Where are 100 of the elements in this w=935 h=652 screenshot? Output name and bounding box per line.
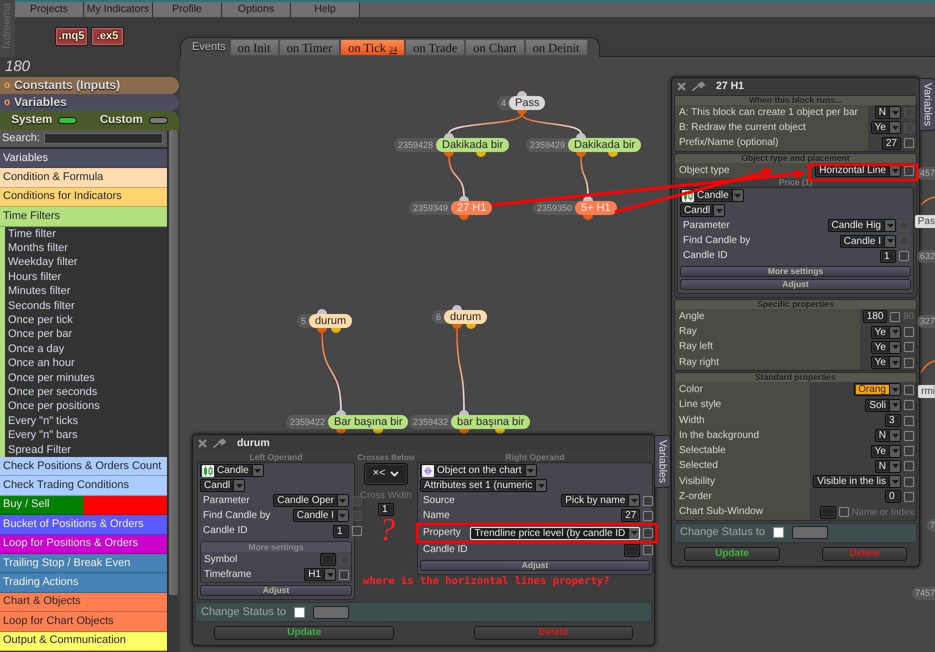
dropdown[interactable]: N xyxy=(874,429,901,442)
dropdown[interactable]: Candle I xyxy=(840,234,896,248)
category-item[interactable]: Buy / Sell xyxy=(0,496,167,516)
input-field[interactable]: 1 xyxy=(880,250,896,263)
operator-dropdown[interactable]: ×< xyxy=(364,463,408,485)
input-field[interactable]: 0 xyxy=(885,490,901,504)
checkbox[interactable] xyxy=(904,476,914,487)
input-field[interactable]: 27 xyxy=(882,136,901,150)
side-tab[interactable]: Variables xyxy=(655,435,671,488)
block-node[interactable]: durum xyxy=(444,310,488,324)
category-subitem[interactable]: Every "n" bars xyxy=(0,428,167,443)
category-subitem[interactable]: Once per bar xyxy=(0,327,167,342)
close-icon[interactable] xyxy=(677,82,686,90)
dropdown[interactable]: Candl xyxy=(200,479,246,492)
checkbox[interactable] xyxy=(904,358,914,368)
input-field[interactable] xyxy=(624,544,640,557)
adjust-button[interactable]: Adjust xyxy=(680,279,911,290)
input-field[interactable]: 3 xyxy=(885,414,901,427)
category-item[interactable]: Check Trading Conditions xyxy=(0,476,167,496)
dropdown[interactable]: Attributes set 1 (numeric xyxy=(420,479,548,492)
block-node[interactable]: Dakikada bir xyxy=(568,138,642,152)
collapsible-header[interactable]: o Variables xyxy=(0,94,179,111)
category-subitem[interactable]: Once an hour xyxy=(0,356,167,371)
dropdown[interactable]: N xyxy=(874,106,901,120)
block-node[interactable]: Dakikada bir xyxy=(436,138,510,152)
checkbox[interactable] xyxy=(352,526,362,536)
checkbox[interactable] xyxy=(890,312,900,322)
category-subitem[interactable]: Once per positions xyxy=(0,399,167,414)
checkbox[interactable] xyxy=(294,606,306,618)
category-item[interactable]: Output & Communication xyxy=(0,632,167,651)
block-node[interactable]: bar başına bir xyxy=(451,415,530,429)
input-field[interactable]: 1 xyxy=(332,524,349,538)
input-field[interactable]: 1 xyxy=(378,503,394,516)
dropdown[interactable]: Visible in the lis xyxy=(813,475,901,488)
expand-button[interactable]: More settings xyxy=(680,266,911,278)
dropdown[interactable]: Pick by name xyxy=(561,494,640,508)
dropdown[interactable]: Trendline price level (by candle ID xyxy=(470,526,640,540)
checkbox[interactable] xyxy=(904,138,914,148)
dropdown[interactable]: Ye xyxy=(870,326,901,339)
dropdown[interactable]: Ye xyxy=(870,356,901,370)
category-subitem[interactable]: Months filter xyxy=(0,240,167,256)
dropdown[interactable]: Ye xyxy=(870,121,901,134)
checkbox[interactable] xyxy=(773,527,784,538)
status-field[interactable] xyxy=(792,526,828,540)
category-subitem[interactable]: Weekday filter xyxy=(0,255,167,270)
category-item[interactable]: Condition & Formula xyxy=(0,168,167,188)
checkbox[interactable] xyxy=(339,570,349,580)
checkbox[interactable] xyxy=(904,492,914,502)
dropdown[interactable]: Candle xyxy=(200,464,264,477)
checkbox[interactable] xyxy=(643,545,654,556)
category-item[interactable]: Variables xyxy=(0,149,167,168)
block-node[interactable]: Bar başına bir xyxy=(328,415,408,429)
checkbox[interactable] xyxy=(904,384,914,395)
block-node[interactable]: durum xyxy=(309,314,352,328)
checkbox[interactable] xyxy=(643,510,654,521)
event-tab[interactable]: on Init xyxy=(230,39,279,56)
checkbox[interactable] xyxy=(838,507,849,518)
checkbox[interactable] xyxy=(643,496,654,506)
input-field[interactable]: 180 xyxy=(862,310,888,324)
checkbox[interactable] xyxy=(904,166,914,176)
category-item[interactable]: Conditions for Indicators xyxy=(0,188,167,208)
checkbox[interactable] xyxy=(904,327,914,338)
category-subitem[interactable]: Every "n" ticks xyxy=(0,414,167,428)
dropdown[interactable]: N xyxy=(874,460,901,473)
block-node[interactable]: Pass xyxy=(509,96,546,110)
dropdown[interactable]: H1 xyxy=(304,568,336,582)
category-item[interactable]: Trailing Stop / Break Even xyxy=(0,554,167,574)
collapsible-header[interactable]: o Constants (Inputs) xyxy=(0,77,179,94)
event-tab[interactable]: on Deinit xyxy=(524,39,588,56)
checkbox[interactable] xyxy=(899,251,909,262)
dropdown[interactable]: Candle I xyxy=(292,509,349,522)
category-subitem[interactable]: Once per tick xyxy=(0,313,167,328)
category-subitem[interactable]: Minutes filter xyxy=(0,284,167,299)
side-tab[interactable]: Variables xyxy=(920,78,935,131)
update-button[interactable]: Update xyxy=(684,546,780,561)
checkbox[interactable] xyxy=(904,416,914,426)
adjust-button[interactable]: Adjust xyxy=(200,585,352,596)
category-subitem[interactable]: Once a day xyxy=(0,342,167,356)
block-node[interactable]: Pas xyxy=(914,215,935,228)
dropdown[interactable]: Soli xyxy=(865,398,901,412)
dropdown[interactable]: Object on the chart xyxy=(420,464,536,477)
export-button[interactable]: .mq5 xyxy=(55,27,88,46)
dropdown[interactable]: Candle Hig xyxy=(828,219,896,232)
toggle-switch[interactable] xyxy=(58,116,78,124)
checkbox[interactable] xyxy=(904,446,914,456)
checkbox[interactable] xyxy=(643,528,654,538)
adjust-button[interactable]: Adjust xyxy=(420,560,650,571)
scrollbar-thumb[interactable] xyxy=(169,130,178,595)
category-item[interactable]: Loop for Chart Objects xyxy=(0,612,167,632)
pin-icon[interactable] xyxy=(692,81,706,91)
update-button[interactable]: Update xyxy=(214,626,394,640)
checkbox[interactable] xyxy=(904,342,914,352)
dropdown[interactable]: Candle xyxy=(680,189,744,202)
close-icon[interactable] xyxy=(198,438,207,448)
checkbox[interactable] xyxy=(904,430,914,441)
dropdown[interactable]: Ye xyxy=(870,444,901,458)
dropdown[interactable]: Orang xyxy=(854,383,901,396)
category-subitem[interactable]: Spread Filter xyxy=(0,442,167,458)
category-subitem[interactable]: Hours filter xyxy=(0,270,167,284)
category-item[interactable]: Time Filters xyxy=(0,207,167,227)
